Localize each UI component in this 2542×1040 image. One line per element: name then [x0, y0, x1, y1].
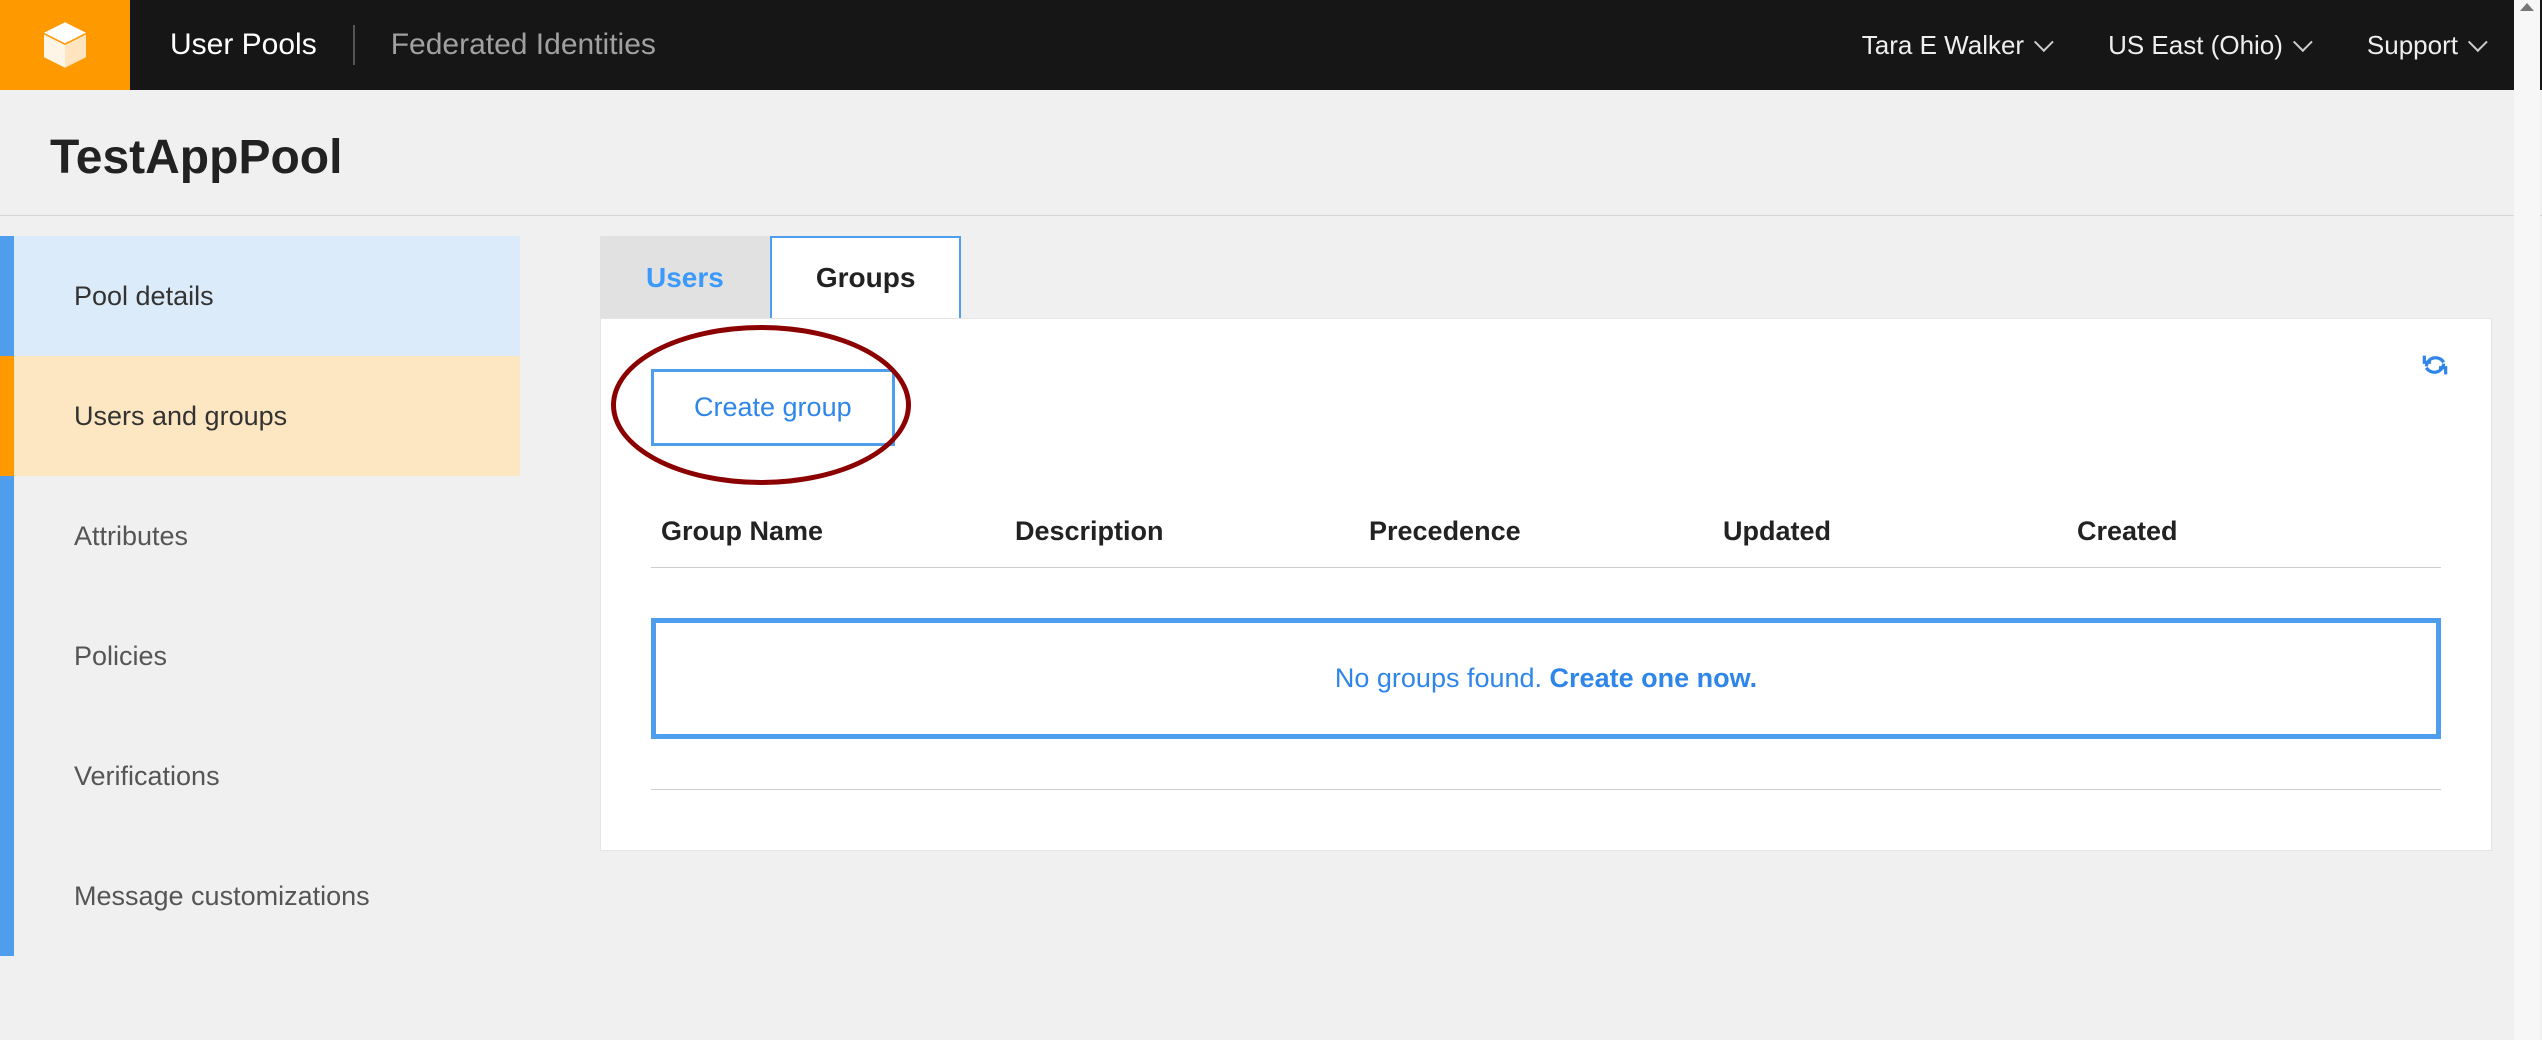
support-dropdown[interactable]: Support — [2367, 30, 2482, 61]
create-one-now-link[interactable]: Create one now. — [1550, 663, 1758, 693]
create-group-button[interactable]: Create group — [651, 369, 895, 446]
account-name: Tara E Walker — [1862, 30, 2024, 61]
groups-table-header: Group Name Description Precedence Update… — [651, 496, 2441, 568]
chevron-down-icon — [2468, 32, 2488, 52]
main-content: Users Groups Create group Group Name Des… — [520, 216, 2542, 891]
empty-state: No groups found. Create one now. — [651, 618, 2441, 739]
sidebar-item-label: Policies — [74, 641, 167, 672]
groups-panel: Create group Group Name Description Prec… — [600, 318, 2492, 851]
panel-divider — [651, 789, 2441, 790]
vertical-scrollbar[interactable] — [2514, 0, 2540, 1040]
col-description: Description — [1015, 516, 1369, 547]
col-created: Created — [2077, 516, 2431, 547]
region-dropdown[interactable]: US East (Ohio) — [2108, 30, 2307, 61]
refresh-icon — [2419, 349, 2451, 381]
support-label: Support — [2367, 30, 2458, 61]
tab-users[interactable]: Users — [600, 236, 770, 320]
cube-icon — [37, 17, 93, 73]
sidebar-item-label: Verifications — [74, 761, 220, 792]
tabs: Users Groups — [600, 236, 2492, 320]
top-nav: User Pools Federated Identities Tara E W… — [0, 0, 2542, 90]
nav-user-pools[interactable]: User Pools — [170, 28, 317, 62]
empty-text: No groups found. — [1335, 663, 1550, 693]
sidebar-item-message-customizations[interactable]: Message customizations — [0, 836, 520, 956]
aws-cube-logo[interactable] — [0, 0, 130, 90]
col-group-name: Group Name — [661, 516, 1015, 547]
pool-title: TestAppPool — [0, 90, 2542, 216]
chevron-down-icon — [2293, 32, 2313, 52]
sidebar-item-label: Attributes — [74, 521, 188, 552]
sidebar-item-attributes[interactable]: Attributes — [0, 476, 520, 596]
sidebar: Pool details Users and groups Attributes… — [0, 216, 520, 956]
sidebar-item-policies[interactable]: Policies — [0, 596, 520, 716]
chevron-down-icon — [2034, 32, 2054, 52]
sidebar-item-users-and-groups[interactable]: Users and groups — [0, 356, 520, 476]
sidebar-item-label: Pool details — [74, 281, 214, 312]
region-name: US East (Ohio) — [2108, 30, 2283, 61]
col-precedence: Precedence — [1369, 516, 1723, 547]
sidebar-item-label: Message customizations — [74, 881, 370, 912]
scroll-up-arrow-icon — [2520, 3, 2534, 11]
sidebar-item-pool-details[interactable]: Pool details — [0, 236, 520, 356]
sidebar-item-label: Users and groups — [74, 401, 287, 432]
nav-separator — [353, 25, 355, 65]
tab-groups[interactable]: Groups — [770, 236, 962, 320]
account-dropdown[interactable]: Tara E Walker — [1862, 30, 2048, 61]
sidebar-item-verifications[interactable]: Verifications — [0, 716, 520, 836]
refresh-button[interactable] — [2419, 349, 2451, 386]
col-updated: Updated — [1723, 516, 2077, 547]
nav-federated-identities[interactable]: Federated Identities — [391, 28, 656, 62]
